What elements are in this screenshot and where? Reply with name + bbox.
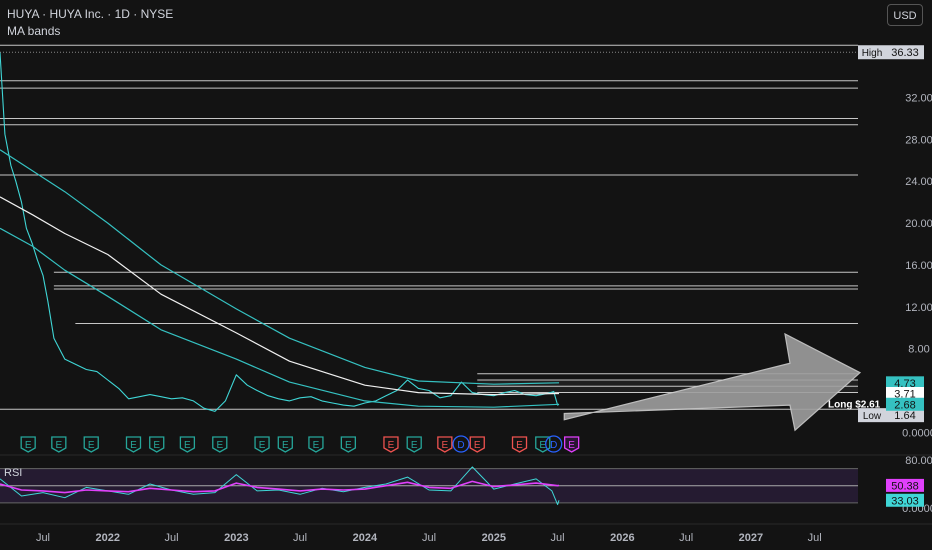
low-label: Low: [863, 411, 882, 422]
x-tick-label: Jul: [679, 532, 693, 544]
event-label: E: [516, 440, 523, 451]
event-label: E: [442, 440, 449, 451]
event-label: E: [282, 440, 289, 451]
x-tick-label: 2024: [353, 532, 378, 544]
y-tick-label: 20.00: [905, 218, 932, 230]
price-line: [0, 52, 560, 412]
event-label: D: [550, 440, 557, 451]
event-label: E: [474, 440, 481, 451]
rsi-y-tick-label: 80.00: [905, 455, 932, 467]
event-label: E: [388, 440, 395, 451]
y-tick-label: 32.00: [905, 93, 932, 105]
y-tick-label: 8.00: [908, 344, 929, 356]
ma_lower-line: [0, 227, 560, 408]
indicator-label[interactable]: MA bands: [7, 24, 173, 38]
rsi-value-label: 33.03: [891, 495, 919, 507]
low-value: 1.64: [894, 410, 915, 422]
event-label: E: [88, 440, 95, 451]
x-tick-label: 2025: [482, 532, 506, 544]
x-tick-label: 2023: [224, 532, 248, 544]
event-label: E: [216, 440, 223, 451]
x-tick-label: 2026: [610, 532, 634, 544]
ma_mid-line: [0, 196, 560, 396]
y-tick-label: 16.00: [905, 260, 932, 272]
rsi-value-label: 50.38: [891, 480, 919, 492]
x-tick-label: 2027: [739, 532, 763, 544]
event-label: E: [55, 440, 62, 451]
x-tick-label: Jul: [293, 532, 307, 544]
x-tick-label: Jul: [422, 532, 436, 544]
event-label: E: [259, 440, 266, 451]
band-value-label: 2.68: [894, 399, 915, 411]
event-label: E: [184, 440, 191, 451]
event-label: E: [568, 440, 575, 451]
y-tick-label: 0.0000: [902, 427, 932, 439]
event-label: E: [313, 440, 320, 451]
price-chart[interactable]: Long $2.6132.0028.0024.0020.0016.0012.00…: [0, 0, 932, 550]
event-label: E: [25, 440, 32, 451]
x-tick-label: Jul: [551, 532, 565, 544]
event-label: D: [457, 440, 464, 451]
currency-button[interactable]: USD: [887, 4, 923, 26]
event-label: E: [130, 440, 137, 451]
event-label: E: [345, 440, 352, 451]
event-label: E: [153, 440, 160, 451]
y-tick-label: 28.00: [905, 134, 932, 146]
high-label: High: [862, 48, 883, 59]
chart-header: HUYA · HUYA Inc. · 1D · NYSE MA bands: [7, 7, 173, 38]
y-tick-label: 12.00: [905, 302, 932, 314]
event-label: E: [411, 440, 418, 451]
ma_upper-line: [0, 149, 560, 385]
x-tick-label: Jul: [808, 532, 822, 544]
high-value: 36.33: [891, 47, 919, 59]
symbol-title[interactable]: HUYA · HUYA Inc. · 1D · NYSE: [7, 7, 173, 21]
x-tick-label: 2022: [96, 532, 120, 544]
rsi-label[interactable]: RSI: [4, 467, 22, 479]
x-tick-label: Jul: [164, 532, 178, 544]
x-tick-label: Jul: [36, 532, 50, 544]
y-tick-label: 24.00: [905, 176, 932, 188]
